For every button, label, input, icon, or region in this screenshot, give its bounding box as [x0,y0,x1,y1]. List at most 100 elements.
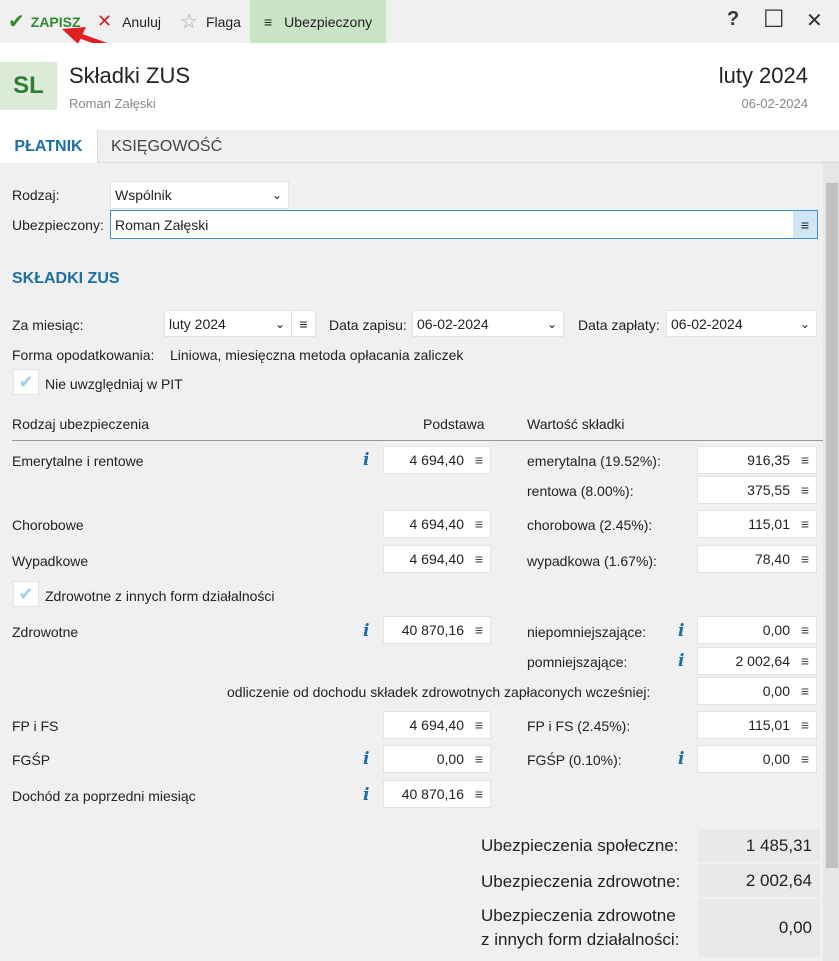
flag-button[interactable]: ☆ Flaga [180,0,241,43]
section-title: SKŁADKI ZUS [12,270,120,287]
wypadkowe-podstawa-value: 4 694,40 [409,551,465,567]
chorobowe-podstawa-input[interactable]: 4 694,40 ≡ [383,510,491,538]
scrollbar-thumb[interactable] [826,183,838,868]
menu-icon[interactable]: ≡ [475,786,483,802]
chorobowa-value: 115,01 [748,516,790,532]
odliczenie-input[interactable]: 0,00 ≡ [697,677,817,705]
chevron-down-icon: ⌄ [799,316,810,331]
menu-icon[interactable]: ≡ [801,482,809,498]
menu-icon: ≡ [264,13,273,30]
zdrowotne-inne-checkbox[interactable]: ✔ [13,581,39,607]
menu-icon[interactable]: ≡ [475,751,483,767]
menu-icon[interactable]: ≡ [475,516,483,532]
rentowa-input[interactable]: 375,55 ≡ [697,476,817,504]
menu-icon[interactable]: ≡ [475,452,483,468]
menu-icon[interactable]: ≡ [801,653,809,669]
niepomniejszajace-label: niepomniejszające: [527,624,647,640]
odliczenie-value: 0,00 [762,683,790,699]
chevron-down-icon: ⌄ [546,316,557,331]
close-button[interactable]: ✕ [806,8,823,33]
pomniejszajace-label: pomniejszające: [527,654,628,670]
nie-uwzgledniaj-label: Nie uwzględniaj w PIT [45,376,183,392]
wypadkowa-label: wypadkowa (1.67%): [527,553,657,569]
niepomniejszajace-value: 0,00 [762,622,790,638]
header-date: 06-02-2024 [741,96,809,111]
dochod-value: 40 870,16 [401,786,464,802]
avatar: SL [0,62,57,110]
info-icon[interactable]: i [363,749,369,769]
fpfs-label: FP i FS [12,718,59,734]
summary-zdrowotne-label: Ubezpieczenia zdrowotne: [481,872,681,891]
chevron-down-icon: ⌄ [274,316,285,331]
za-miesiac-menu-button[interactable]: ≡ [292,310,316,337]
menu-icon[interactable]: ≡ [801,551,809,567]
data-zapisu-label: Data zapisu: [329,317,407,333]
fgsp-skladka-input[interactable]: 0,00 ≡ [697,745,817,773]
menu-icon[interactable]: ≡ [801,751,809,767]
header-divider [12,440,823,441]
data-zapisu-select[interactable]: 06-02-2024 ⌄ [412,310,564,337]
pomniejszajace-input[interactable]: 2 002,64 ≡ [697,647,817,675]
fgsp-podstawa-input[interactable]: 0,00 ≡ [383,745,491,773]
menu-icon[interactable]: ≡ [801,717,809,733]
za-miesiac-select[interactable]: luty 2024 ⌄ [164,310,292,337]
info-icon[interactable]: i [363,450,369,470]
summary-zdrowotne-inne-value: 0,00 [698,899,820,957]
dochod-input[interactable]: 40 870,16 ≡ [383,780,491,808]
info-icon[interactable]: i [363,785,369,805]
menu-icon[interactable]: ≡ [801,622,809,638]
niepomniejszajace-input[interactable]: 0,00 ≡ [697,616,817,644]
info-icon[interactable]: i [678,621,684,641]
fgsp-skladka-label: FGŚP (0.10%): [527,752,622,768]
info-icon[interactable]: i [678,651,684,671]
info-icon[interactable]: i [363,621,369,641]
data-zapisu-value: 06-02-2024 [417,315,489,332]
summary-zdrowotne-inne-label-1: Ubezpieczenia zdrowotne [481,906,676,925]
wypadkowe-podstawa-input[interactable]: 4 694,40 ≡ [383,545,491,573]
fgsp-label: FGŚP [12,752,51,768]
menu-icon[interactable]: ≡ [801,516,809,532]
help-button[interactable]: ? [727,8,739,31]
chorobowe-label: Chorobowe [12,517,84,533]
info-icon[interactable]: i [678,749,684,769]
rodzaj-value: Wspólnik [115,187,172,203]
page-title: Składki ZUS [69,63,191,88]
nie-uwzgledniaj-checkbox[interactable]: ✔ [13,369,39,395]
menu-icon[interactable]: ≡ [793,211,817,238]
ubezpieczony-value: Roman Załęski [115,216,209,233]
maximize-button[interactable]: ☐ [763,5,785,34]
emerytalna-input[interactable]: 916,35 ≡ [697,446,817,474]
menu-icon[interactable]: ≡ [801,683,809,699]
menu-icon[interactable]: ≡ [801,452,809,468]
summary-spoleczne-value: 1 485,31 [698,829,820,862]
data-zaplaty-label: Data zapłaty: [578,317,660,333]
fpfs-skladka-input[interactable]: 115,01 ≡ [697,711,817,739]
forma-label: Forma opodatkowania: [12,347,155,363]
rodzaj-select[interactable]: Wspólnik ⌄ [110,181,289,209]
chorobowe-podstawa-value: 4 694,40 [409,516,465,532]
col-header-podstawa: Podstawa [423,416,485,432]
data-zaplaty-value: 06-02-2024 [671,315,743,332]
insured-label: Ubezpieczony [284,13,373,30]
tab-platnik[interactable]: PŁATNIK [0,130,98,163]
menu-icon[interactable]: ≡ [475,717,483,733]
insured-button[interactable]: ≡ Ubezpieczony [250,0,386,43]
data-zaplaty-select[interactable]: 06-02-2024 ⌄ [666,310,817,337]
wypadkowa-input[interactable]: 78,40 ≡ [697,545,817,573]
emerytalna-value: 916,35 [747,452,790,468]
menu-icon: ≡ [299,315,308,332]
zdrowotne-podstawa-input[interactable]: 40 870,16 ≡ [383,616,491,644]
tab-ksiegowosc[interactable]: KSIĘGOWOŚĆ [111,130,222,163]
check-icon: ✔ [8,11,25,33]
chorobowa-input[interactable]: 115,01 ≡ [697,510,817,538]
dochod-label: Dochód za poprzedni miesiąc [12,788,196,804]
forma-value: Liniowa, miesięczna metoda opłacania zal… [170,347,464,363]
menu-icon[interactable]: ≡ [475,622,483,638]
menu-icon[interactable]: ≡ [475,551,483,567]
ubezpieczony-input[interactable]: Roman Załęski ≡ [110,210,818,239]
zdrowotne-inne-label: Zdrowotne z innych form działalności [45,588,275,604]
fpfs-podstawa-input[interactable]: 4 694,40 ≡ [383,711,491,739]
emerytalne-podstawa-input[interactable]: 4 694,40 ≡ [383,446,491,474]
emerytalna-label: emerytalna (19.52%): [527,453,661,469]
pomniejszajace-value: 2 002,64 [735,653,791,669]
